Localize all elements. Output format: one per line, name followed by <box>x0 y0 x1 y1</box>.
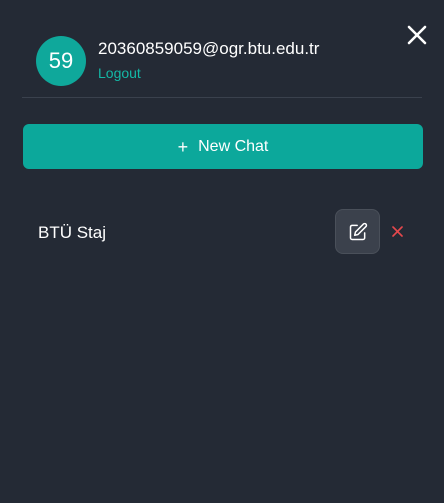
new-chat-button[interactable]: + New Chat <box>23 124 423 169</box>
close-icon <box>407 25 427 45</box>
plus-icon: + <box>177 136 189 157</box>
logout-link[interactable]: Logout <box>98 65 141 81</box>
user-header: 59 20360859059@ogr.btu.edu.tr Logout <box>22 36 422 98</box>
delete-icon <box>391 225 403 237</box>
edit-chat-button[interactable] <box>335 209 380 254</box>
chat-list-item[interactable]: BTÜ Staj <box>23 208 423 256</box>
delete-chat-button[interactable] <box>388 222 406 240</box>
chat-sidebar: 59 20360859059@ogr.btu.edu.tr Logout + N… <box>0 0 444 503</box>
new-chat-label: New Chat <box>198 137 269 155</box>
edit-icon <box>349 222 367 240</box>
chat-title: BTÜ Staj <box>38 223 107 242</box>
user-email: 20360859059@ogr.btu.edu.tr <box>98 39 320 58</box>
close-button[interactable] <box>404 22 430 48</box>
avatar: 59 <box>36 36 86 86</box>
